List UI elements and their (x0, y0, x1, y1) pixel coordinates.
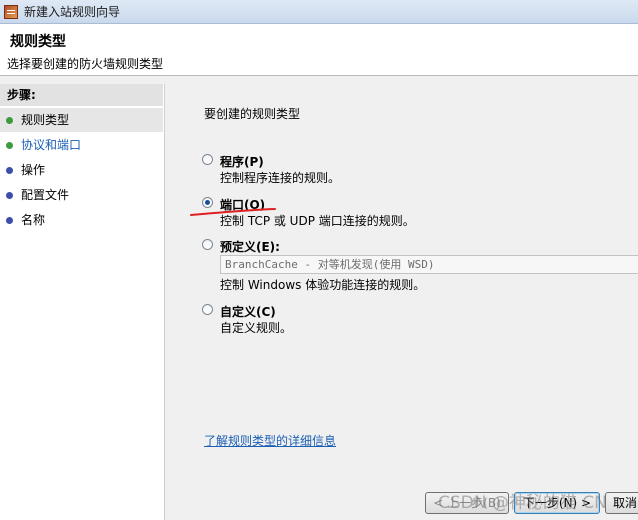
step-label: 配置文件 (21, 188, 70, 202)
steps-label: 步骤: (0, 84, 163, 106)
status-green-dot-icon (6, 142, 13, 149)
status-green-dot-icon (6, 117, 13, 124)
predefined-rule-select[interactable]: BranchCache - 对等机发现(使用 WSD) (220, 255, 638, 274)
step-action[interactable]: 操作 (0, 158, 163, 182)
step-label: 规则类型 (21, 113, 70, 127)
radio-program[interactable] (202, 154, 213, 165)
step-label: 操作 (21, 163, 46, 177)
wizard-header: 规则类型 选择要创建的防火墙规则类型 (0, 24, 638, 76)
step-label: 协议和端口 (21, 138, 82, 152)
cancel-button[interactable]: 取消 (605, 492, 638, 514)
radio-port[interactable] (202, 197, 213, 208)
step-profile[interactable]: 配置文件 (0, 183, 163, 207)
option-label: 预定义(E): (220, 240, 280, 254)
steps-sidebar: 步骤: 规则类型 协议和端口 操作 配置文件 名称 (0, 84, 165, 520)
status-blue-dot-icon (6, 192, 13, 199)
learn-more-link[interactable]: 了解规则类型的详细信息 (204, 432, 336, 449)
step-name[interactable]: 名称 (0, 208, 163, 232)
window-title: 新建入站规则向导 (24, 5, 121, 19)
option-description: 控制 Windows 体验功能连接的规则。 (220, 278, 426, 292)
step-protocol-port[interactable]: 协议和端口 (0, 133, 163, 157)
page-subtitle: 选择要创建的防火墙规则类型 (7, 57, 164, 71)
firewall-wizard-icon (4, 4, 18, 19)
step-label: 名称 (21, 213, 46, 227)
page-title: 规则类型 (10, 34, 66, 50)
section-question: 要创建的规则类型 (204, 107, 301, 121)
option-description: 自定义规则。 (220, 321, 293, 335)
status-blue-dot-icon (6, 167, 13, 174)
back-button[interactable]: < 上一步(B) (425, 492, 509, 514)
status-blue-dot-icon (6, 217, 13, 224)
next-button[interactable]: 下一步(N) > (514, 492, 600, 514)
option-label: 自定义(C) (220, 305, 276, 319)
title-bar: 新建入站规则向导 (0, 0, 638, 24)
radio-predefined[interactable] (202, 239, 213, 250)
radio-custom[interactable] (202, 304, 213, 315)
option-label: 程序(P) (220, 155, 264, 169)
option-description: 控制程序连接的规则。 (220, 171, 341, 185)
red-annotation-stroke (190, 208, 276, 216)
main-panel: 要创建的规则类型 程序(P) 控制程序连接的规则。 端口(O) 控制 TCP 或… (172, 84, 638, 520)
step-rule-type[interactable]: 规则类型 (0, 108, 163, 132)
